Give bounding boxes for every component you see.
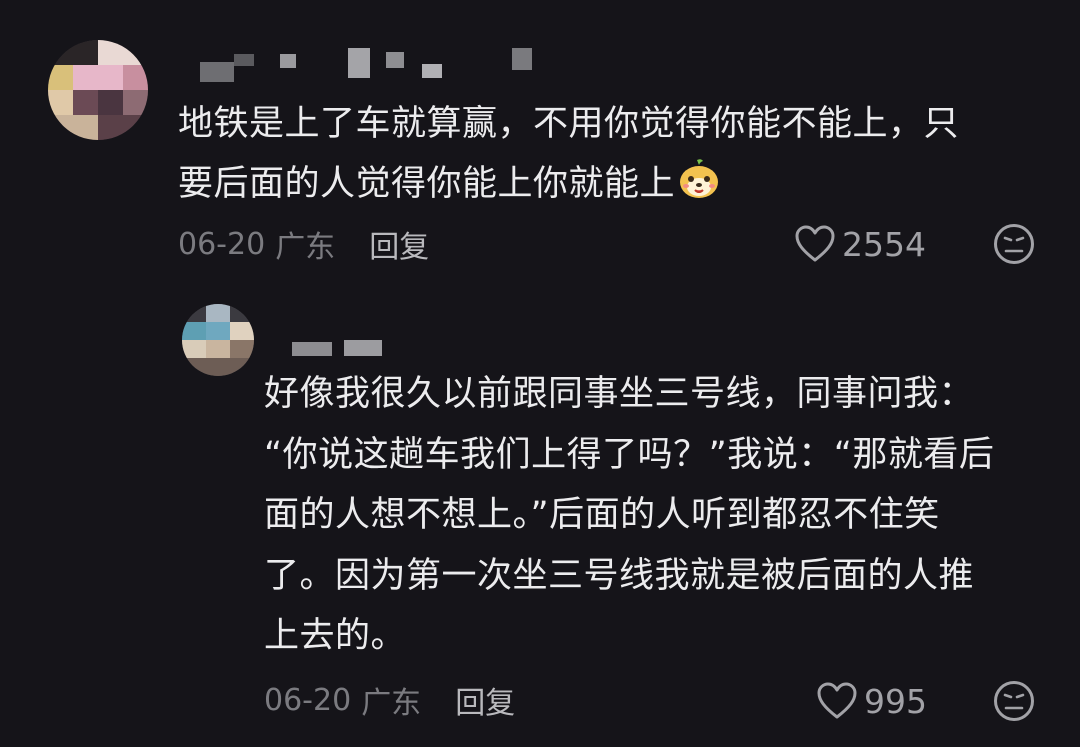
comment-text-line: 了。因为第一次坐三号线我就是被后面的人推 xyxy=(264,555,975,596)
reply-button[interactable]: 回复 xyxy=(455,678,515,722)
comment-text-line: 地铁是上了车就算赢，不用你觉得你能不能上，只 xyxy=(178,104,960,144)
like-count: 2554 xyxy=(842,224,926,264)
frown-face-icon xyxy=(994,224,1034,264)
heart-outline-icon xyxy=(795,225,835,262)
username-blurred[interactable] xyxy=(200,48,540,88)
avatar[interactable] xyxy=(48,40,148,140)
comment-text: 地铁是上了车就算赢，不用你觉得你能不能上，只 要后面的人觉得你能上你就能上 xyxy=(178,94,1058,220)
comment-location: 广东 xyxy=(361,686,422,721)
comment-date: 06-20 xyxy=(178,226,266,262)
like-button[interactable]: 2554 xyxy=(794,224,926,264)
comment-location: 广东 xyxy=(275,230,336,265)
frown-face-icon xyxy=(994,681,1034,721)
dislike-button[interactable] xyxy=(993,680,1035,726)
username-blurred[interactable] xyxy=(292,340,392,360)
comment-text: 好像我很久以前跟同事坐三号线，同事问我： “你说这趟车我们上得了吗？”我说：“那… xyxy=(264,364,1064,667)
like-button[interactable]: 995 xyxy=(816,681,927,721)
reply-button[interactable]: 回复 xyxy=(369,222,429,266)
comment-meta: 06-20 广东 回复 xyxy=(178,222,429,266)
comment-text-line: 好像我很久以前跟同事坐三号线，同事问我： xyxy=(264,374,975,414)
comment-text-line: 上去的。 xyxy=(264,616,407,656)
puppy-face-emoji-icon xyxy=(677,157,721,220)
dislike-button[interactable] xyxy=(993,223,1035,269)
comment-text-line: “你说这趟车我们上得了吗？”我说：“那就看后 xyxy=(264,434,995,475)
comment-date: 06-20 xyxy=(264,682,352,718)
comment-text-line: 面的人想不想上。”后面的人听到都忍不住笑 xyxy=(264,495,940,535)
comment-text-line: 要后面的人觉得你能上你就能上 xyxy=(178,164,676,204)
heart-outline-icon xyxy=(817,682,857,719)
comment-meta: 06-20 广东 回复 xyxy=(264,678,515,722)
avatar[interactable] xyxy=(182,304,254,376)
like-count: 995 xyxy=(864,681,927,721)
